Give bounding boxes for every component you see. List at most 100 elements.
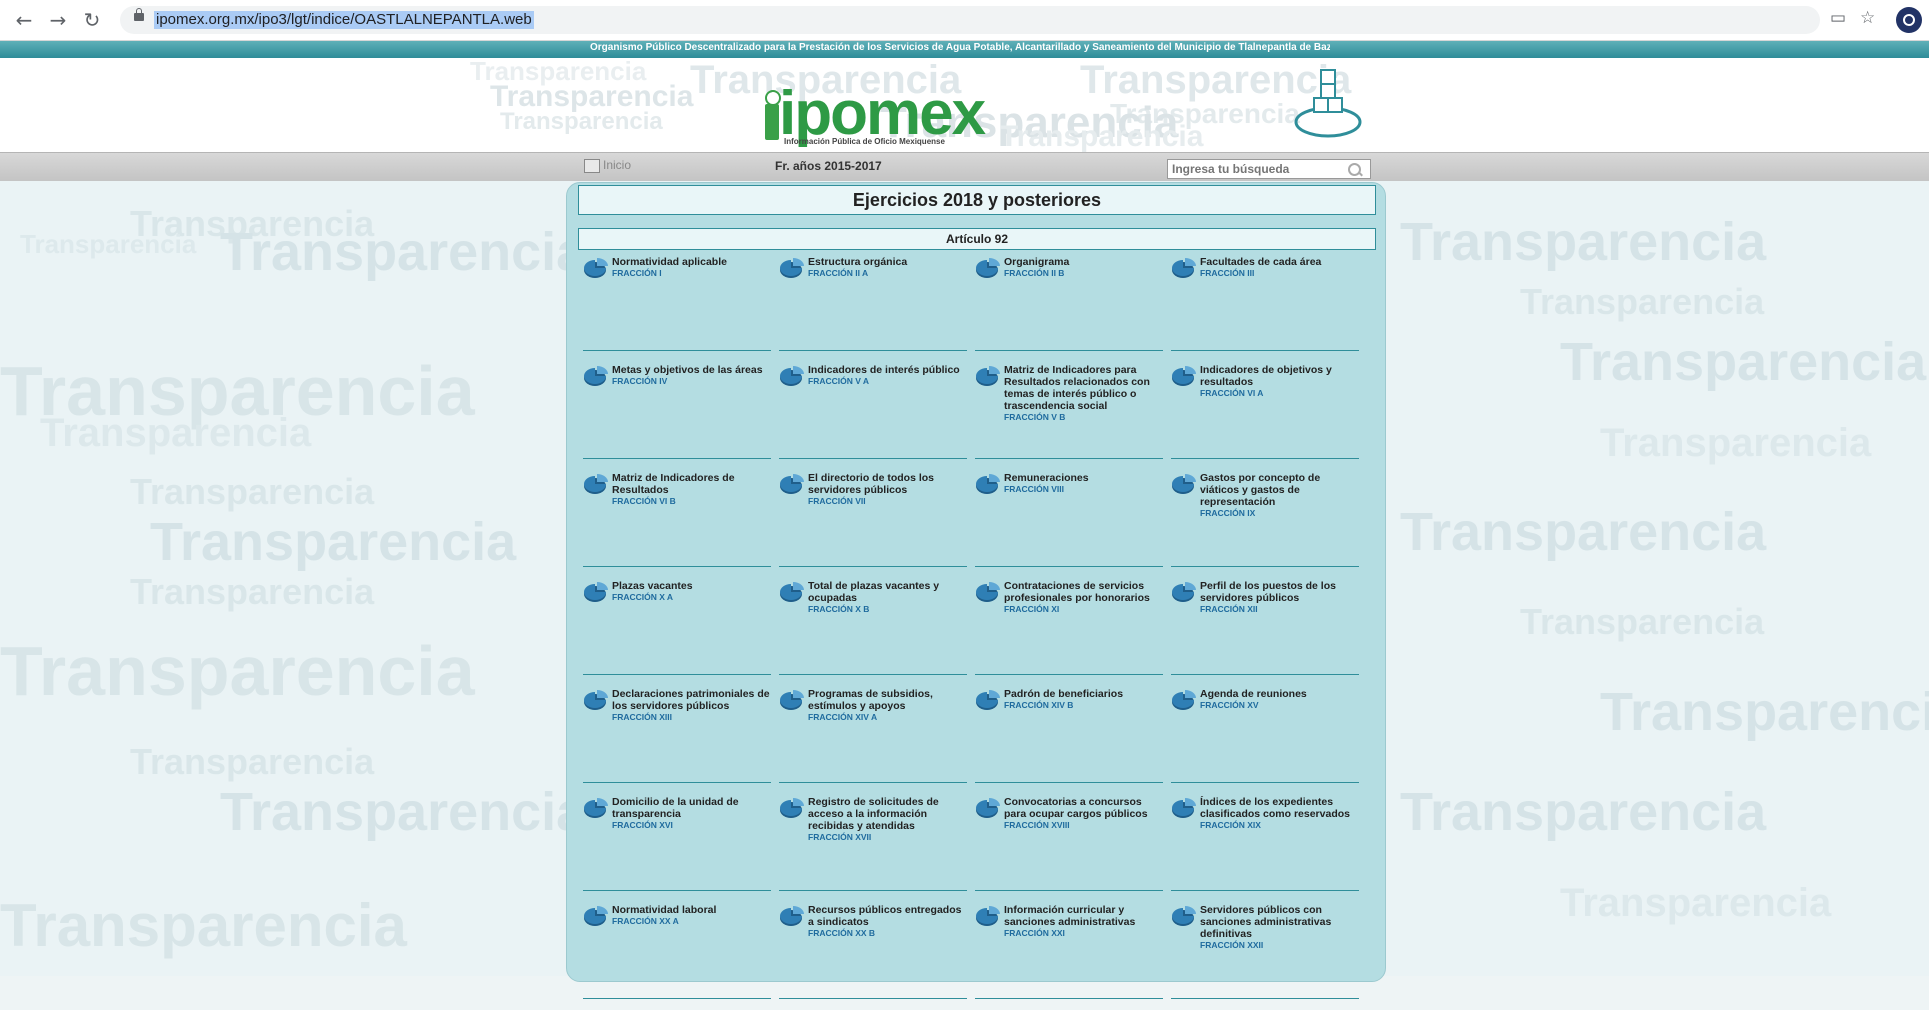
fraction-row: Metas y objetivos de las áreas FRACCIÓN I… bbox=[583, 362, 1373, 470]
fraction-item[interactable]: Metas y objetivos de las áreas FRACCIÓN I… bbox=[583, 362, 773, 462]
bookmark-star-icon[interactable]: ☆ bbox=[1860, 8, 1875, 28]
fraction-label[interactable]: FRACCIÓN XII bbox=[1200, 604, 1358, 615]
fraction-label[interactable]: FRACCIÓN XIII bbox=[612, 712, 770, 723]
fraction-item[interactable]: Domicilio de la unidad de transparencia F… bbox=[583, 794, 773, 894]
fraction-item[interactable]: Indicadores de objetivos y resultados FRA… bbox=[1171, 362, 1361, 462]
fraction-item[interactable]: Recursos públicos entregados a sindicato… bbox=[779, 902, 969, 1002]
fraction-item[interactable]: Estructura orgánica FRACCIÓN II A bbox=[779, 254, 969, 354]
fraction-item-title: Declaraciones patrimoniales de los servi… bbox=[612, 688, 770, 723]
watermark-text: Transparencia bbox=[150, 512, 517, 572]
fraction-item[interactable]: Indicadores de interés público FRACCIÓN V… bbox=[779, 362, 969, 462]
fraction-label[interactable]: FRACCIÓN XVII bbox=[808, 832, 966, 843]
pie-chart-icon bbox=[780, 690, 804, 710]
fraction-item[interactable]: Remuneraciones FRACCIÓN VIII bbox=[975, 470, 1165, 570]
fraction-label[interactable]: FRACCIÓN IV bbox=[612, 376, 770, 387]
fraction-label[interactable]: FRACCIÓN XIX bbox=[1200, 820, 1358, 831]
fraction-item[interactable]: Contrataciones de servicios profesionale… bbox=[975, 578, 1165, 678]
fraction-label[interactable]: FRACCIÓN VI A bbox=[1200, 388, 1358, 399]
pie-chart-icon bbox=[780, 906, 804, 926]
fraction-item[interactable]: Perfil de los puestos de los servidores … bbox=[1171, 578, 1361, 678]
watermark-text: Transparencia bbox=[130, 741, 375, 782]
fraction-label[interactable]: FRACCIÓN V B bbox=[1004, 412, 1162, 423]
profile-avatar[interactable] bbox=[1896, 7, 1922, 33]
fraction-label[interactable]: FRACCIÓN XVI bbox=[612, 820, 770, 831]
fraction-divider bbox=[583, 350, 771, 351]
fraction-label[interactable]: FRACCIÓN XXI bbox=[1004, 928, 1162, 939]
fraction-item-title: Normatividad laboral FRACCIÓN XX A bbox=[612, 904, 770, 927]
fraction-label[interactable]: FRACCIÓN X B bbox=[808, 604, 966, 615]
fraction-label[interactable]: FRACCIÓN XI bbox=[1004, 604, 1162, 615]
fraction-item[interactable]: Organigrama FRACCIÓN II B bbox=[975, 254, 1165, 354]
fraction-label[interactable]: FRACCIÓN XX A bbox=[612, 916, 770, 927]
fraction-label[interactable]: FRACCIÓN VI B bbox=[612, 496, 770, 507]
url-text[interactable]: ipomex.org.mx/ipo3/lgt/indice/OASTLALNEP… bbox=[154, 11, 534, 29]
watermark-text: Transparencia bbox=[500, 108, 663, 135]
fraction-item[interactable]: Agenda de reuniones FRACCIÓN XV bbox=[1171, 686, 1361, 786]
pie-chart-icon bbox=[976, 366, 1000, 386]
pie-chart-icon bbox=[976, 258, 1000, 278]
fraction-title-text: Remuneraciones bbox=[1004, 472, 1089, 484]
fraction-label[interactable]: FRACCIÓN XXII bbox=[1200, 940, 1358, 951]
watermark-text: Transparencia bbox=[1400, 212, 1767, 272]
home-link[interactable]: Inicio bbox=[584, 158, 631, 173]
fraction-title-text: Perfil de los puestos de los servidores … bbox=[1200, 580, 1336, 604]
fraction-item-title: Servidores públicos con sanciones admini… bbox=[1200, 904, 1358, 951]
search-input[interactable] bbox=[1167, 159, 1371, 179]
fraction-label[interactable]: FRACCIÓN XX B bbox=[808, 928, 966, 939]
fraction-item[interactable]: El directorio de todos los servidores pú… bbox=[779, 470, 969, 570]
years-link[interactable]: Fr. años 2015-2017 bbox=[775, 159, 882, 173]
fraction-label[interactable]: FRACCIÓN XIV A bbox=[808, 712, 966, 723]
pie-chart-icon bbox=[1172, 690, 1196, 710]
fraction-divider bbox=[1171, 458, 1359, 459]
fraction-item-title: Metas y objetivos de las áreas FRACCIÓN I… bbox=[612, 364, 770, 387]
fraction-item[interactable]: Gastos por concepto de viáticos y gastos… bbox=[1171, 470, 1361, 570]
fraction-divider bbox=[975, 350, 1163, 351]
fraction-item[interactable]: Plazas vacantes FRACCIÓN X A bbox=[583, 578, 773, 678]
fraction-item-title: Matriz de Indicadores de Resultados FRACC… bbox=[612, 472, 770, 507]
fraction-label[interactable]: FRACCIÓN IX bbox=[1200, 508, 1358, 519]
fraction-item[interactable]: Declaraciones patrimoniales de los servi… bbox=[583, 686, 773, 786]
fraction-divider bbox=[1171, 890, 1359, 891]
forward-icon[interactable]: → bbox=[46, 8, 70, 32]
fraction-item[interactable]: Información curricular y sanciones admin… bbox=[975, 902, 1165, 1002]
fraction-item[interactable]: Normatividad aplicable FRACCIÓN I bbox=[583, 254, 773, 354]
fraction-title-text: Matriz de Indicadores de Resultados bbox=[612, 472, 735, 496]
fraction-label[interactable]: FRACCIÓN VIII bbox=[1004, 484, 1162, 495]
fraction-item[interactable]: Servidores públicos con sanciones admini… bbox=[1171, 902, 1361, 1002]
fraction-item[interactable]: Total de plazas vacantes y ocupadas FRACC… bbox=[779, 578, 969, 678]
fraction-item[interactable]: Facultades de cada área FRACCIÓN III bbox=[1171, 254, 1361, 354]
fraction-item[interactable]: Padrón de beneficiarios FRACCIÓN XIV B bbox=[975, 686, 1165, 786]
fraction-label[interactable]: FRACCIÓN I bbox=[612, 268, 770, 279]
pie-chart-icon bbox=[976, 582, 1000, 602]
fraction-label[interactable]: FRACCIÓN III bbox=[1200, 268, 1358, 279]
fraction-item[interactable]: Normatividad laboral FRACCIÓN XX A bbox=[583, 902, 773, 1002]
fraction-item-title: Convocatorias a concursos para ocupar ca… bbox=[1004, 796, 1162, 831]
fraction-row: Declaraciones patrimoniales de los servi… bbox=[583, 686, 1373, 794]
address-bar[interactable]: ipomex.org.mx/ipo3/lgt/indice/OASTLALNEP… bbox=[120, 6, 1820, 34]
fraction-divider bbox=[583, 890, 771, 891]
fraction-label[interactable]: FRACCIÓN XV bbox=[1200, 700, 1358, 711]
fraction-item[interactable]: Matriz de Indicadores de Resultados FRACC… bbox=[583, 470, 773, 570]
fraction-item[interactable]: Matriz de Indicadores para Resultados re… bbox=[975, 362, 1165, 462]
fraction-item-title: Indicadores de interés público FRACCIÓN V… bbox=[808, 364, 966, 387]
fraction-item[interactable]: Registro de solicitudes de acceso a la i… bbox=[779, 794, 969, 894]
fraction-item-title: Total de plazas vacantes y ocupadas FRACC… bbox=[808, 580, 966, 615]
fraction-title-text: Información curricular y sanciones admin… bbox=[1004, 904, 1136, 928]
fraction-item[interactable]: Convocatorias a concursos para ocupar ca… bbox=[975, 794, 1165, 894]
fraction-label[interactable]: FRACCIÓN II B bbox=[1004, 268, 1162, 279]
search-icon[interactable] bbox=[1348, 163, 1361, 176]
fraction-label[interactable]: FRACCIÓN X A bbox=[612, 592, 770, 603]
fraction-item[interactable]: Índices de los expedientes clasificados … bbox=[1171, 794, 1361, 894]
fraction-label[interactable]: FRACCIÓN II A bbox=[808, 268, 966, 279]
reload-icon[interactable]: ↻ bbox=[80, 8, 104, 32]
cast-icon[interactable]: ▭ bbox=[1830, 8, 1846, 28]
fraction-item[interactable]: Programas de subsidios, estímulos y apoy… bbox=[779, 686, 969, 786]
fraction-label[interactable]: FRACCIÓN XVIII bbox=[1004, 820, 1162, 831]
fraction-item-title: Organigrama FRACCIÓN II B bbox=[1004, 256, 1162, 279]
fraction-row: Domicilio de la unidad de transparencia F… bbox=[583, 794, 1373, 902]
fraction-label[interactable]: FRACCIÓN VII bbox=[808, 496, 966, 507]
watermark-text: Transparencia bbox=[1600, 682, 1929, 742]
fraction-label[interactable]: FRACCIÓN XIV B bbox=[1004, 700, 1162, 711]
back-icon[interactable]: ← bbox=[12, 8, 36, 32]
fraction-label[interactable]: FRACCIÓN V A bbox=[808, 376, 966, 387]
